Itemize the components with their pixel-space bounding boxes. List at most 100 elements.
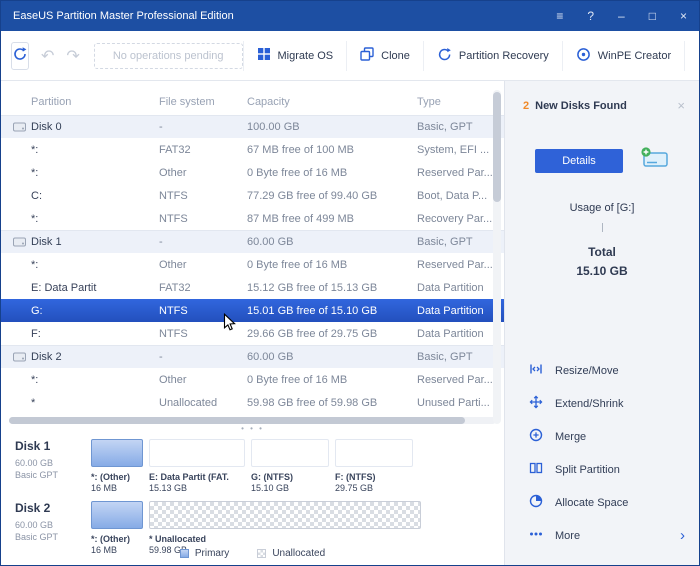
legend-label: Unallocated [272,548,325,559]
disk-style: Basic GPT [15,469,91,481]
table-row[interactable]: E: Data Partit FAT32 15.12 GB free of 15… [1,276,504,299]
more-button[interactable]: More › [529,519,689,552]
partition-label: F: (NTFS) [335,472,413,482]
partition-size: 15.10 GB [251,483,329,493]
capacity-value: 59.98 GB free of 59.98 GB [247,397,417,409]
file-system-value: Other [159,374,247,386]
window-controls: ≡ ? – □ × [556,1,687,31]
split-partition-icon [529,461,543,478]
refresh-button[interactable] [11,42,29,70]
left-pane: Partition File system Capacity Type [1,81,504,566]
column-header-file-system[interactable]: File system [159,96,247,108]
partition-block[interactable] [335,439,413,467]
split-partition-button[interactable]: Split Partition [529,453,689,486]
horizontal-scrollbar-thumb[interactable] [9,417,465,424]
capacity-value: 0 Byte free of 16 MB [247,374,417,386]
capacity-value: 60.00 GB [247,351,417,363]
horizontal-scrollbar[interactable] [9,417,496,424]
details-button[interactable]: Details [535,149,623,173]
partition-recovery-button[interactable]: Partition Recovery [423,41,562,71]
pane-splitter-handle[interactable]: • • • [1,424,504,436]
partition-block[interactable] [251,439,329,467]
pending-operations: No operations pending [94,43,243,69]
disk-map-disk-2: Disk 2 60.00 GB Basic GPT *: (Other) 16 … [15,501,504,555]
unallocated-swatch-icon [257,549,266,558]
table-row[interactable]: *: Other 0 Byte free of 16 MB Reserved P… [1,368,504,391]
table-row[interactable]: G: NTFS 15.01 GB free of 15.10 GB Data P… [1,299,504,322]
type-value: System, EFI ... [417,144,504,156]
partition-block[interactable] [149,501,421,529]
type-value: Basic, GPT [417,351,504,363]
disk-map-partition[interactable]: G: (NTFS) 15.10 GB [251,439,329,493]
clone-button[interactable]: Clone [346,41,423,71]
partition-block[interactable] [91,439,143,467]
table-row[interactable]: *: Other 0 Byte free of 16 MB Reserved P… [1,161,504,184]
table-row[interactable]: *: FAT32 67 MB free of 100 MB System, EF… [1,138,504,161]
capacity-value: 87 MB free of 499 MB [247,213,417,225]
table-row[interactable]: *: Other 0 Byte free of 16 MB Reserved P… [1,253,504,276]
table-row[interactable]: Disk 0 - 100.00 GB Basic, GPT [1,115,504,138]
usage-bar-marker [602,223,603,232]
disk-map-partition[interactable]: F: (NTFS) 29.75 GB [335,439,413,493]
type-value: Basic, GPT [417,121,504,133]
minimize-icon[interactable]: – [618,1,625,31]
menu-icon[interactable]: ≡ [556,1,563,31]
file-system-value: Other [159,167,247,179]
table-row[interactable]: * Unallocated 59.98 GB free of 59.98 GB … [1,391,504,414]
vertical-scrollbar-thumb[interactable] [493,92,501,202]
table-row[interactable]: Disk 2 - 60.00 GB Basic, GPT [1,345,504,368]
action-label: Merge [555,431,586,443]
disk-map-partition[interactable]: *: (Other) 16 MB [91,501,143,555]
help-icon[interactable]: ? [587,1,594,31]
winpe-creator-button[interactable]: WinPE Creator [562,41,684,71]
extend-shrink-button[interactable]: Extend/Shrink [529,387,689,420]
disk-map-partition[interactable]: * Unallocated 59.98 GB [149,501,421,555]
redo-icon[interactable]: ↷ [66,46,79,66]
toolbar-actions: Migrate OS Clone Partition Recovery WinP… [243,41,700,71]
primary-swatch-icon [180,549,189,558]
close-icon[interactable]: × [680,1,687,31]
partition-block[interactable] [91,501,143,529]
capacity-value: 15.12 GB free of 15.13 GB [247,282,417,294]
file-system-value: - [159,236,247,248]
migrate-os-button[interactable]: Migrate OS [243,41,347,71]
partition-block[interactable] [149,439,245,467]
column-header-type[interactable]: Type [417,96,504,108]
type-value: Data Partition [417,305,504,317]
table-row[interactable]: *: NTFS 87 MB free of 499 MB Recovery Pa… [1,207,504,230]
capacity-value: 29.66 GB free of 29.75 GB [247,328,417,340]
total-value: 15.10 GB [505,264,699,278]
action-label: Resize/Move [555,365,619,377]
partition-name: G: [31,305,43,317]
total-label: Total [505,245,699,259]
legend-unallocated: Unallocated [257,548,325,559]
partition-name: C: [31,190,42,202]
chevron-right-icon: › [680,527,685,544]
file-system-value: NTFS [159,328,247,340]
action-label: Allocate Space [555,497,628,509]
new-disk-icon[interactable] [639,145,669,176]
column-header-partition[interactable]: Partition [1,96,159,108]
disk-map-partition[interactable]: E: Data Partit (FAT. 15.13 GB [149,439,245,493]
merge-button[interactable]: Merge [529,420,689,453]
maximize-icon[interactable]: □ [649,1,656,31]
column-header-capacity[interactable]: Capacity [247,96,417,108]
tools-button[interactable]: Tools ▾ [684,41,700,71]
table-row[interactable]: Disk 1 - 60.00 GB Basic, GPT [1,230,504,253]
usage-title: Usage of [G:] [505,202,699,214]
vertical-scrollbar[interactable] [493,90,501,424]
resize-move-button[interactable]: Resize/Move [529,354,689,387]
notification-count: 2 [523,100,529,112]
undo-icon[interactable]: ↶ [41,46,54,66]
notification-close-icon[interactable]: × [677,98,685,113]
partition-name: *: [31,259,38,271]
toolbar-label: WinPE Creator [598,50,671,62]
table-row[interactable]: C: NTFS 77.29 GB free of 99.40 GB Boot, … [1,184,504,207]
table-row[interactable]: F: NTFS 29.66 GB free of 29.75 GB Data P… [1,322,504,345]
type-value: Basic, GPT [417,236,504,248]
partition-label: E: Data Partit (FAT. [149,472,245,482]
disk-map-partition[interactable]: *: (Other) 16 MB [91,439,143,493]
allocate-space-button[interactable]: Allocate Space [529,486,689,519]
refresh-icon [12,46,28,65]
file-system-value: Other [159,259,247,271]
